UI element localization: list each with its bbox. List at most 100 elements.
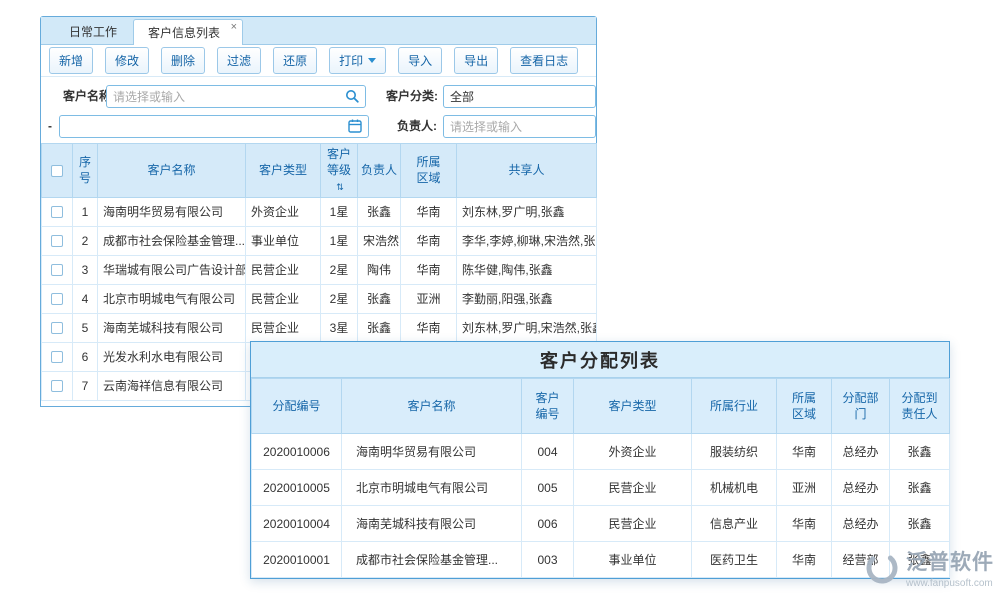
search-icon[interactable]	[344, 88, 360, 104]
restore-button[interactable]: 还原	[273, 47, 317, 74]
customer-name-input[interactable]	[106, 85, 366, 108]
cell-customer-no: 004	[522, 434, 574, 470]
allocation-row: 2020010006 海南明华贸易有限公司 004 外资企业 服装纺织 华南 总…	[252, 434, 950, 470]
delete-button[interactable]: 删除	[161, 47, 205, 74]
cell-owner[interactable]: 宋浩然	[358, 226, 401, 255]
cell-assignee[interactable]: 张鑫	[890, 434, 950, 470]
cell-customer-level: 1星	[321, 197, 358, 226]
fanpu-watermark: 泛普软件 www.fanpusoft.com	[864, 546, 994, 589]
cell-shared: 李华,李婷,柳琳,宋浩然,张鑫	[457, 226, 597, 255]
edit-button[interactable]: 修改	[105, 47, 149, 74]
watermark-text: 泛普软件 www.fanpusoft.com	[906, 546, 994, 589]
filter-button[interactable]: 过滤	[217, 47, 261, 74]
customer-category-input[interactable]	[443, 85, 596, 108]
select-all-checkbox[interactable]	[51, 165, 63, 177]
table-row: 4 北京市明城电气有限公司 民营企业 2星 张鑫 亚洲 李勤丽,阳强,张鑫	[42, 284, 597, 313]
cell-customer-name[interactable]: 云南海祥信息有限公司	[98, 371, 246, 400]
row-checkbox[interactable]	[51, 293, 63, 305]
calendar-icon[interactable]	[347, 118, 363, 134]
sort-icon[interactable]: ⇅	[336, 182, 344, 192]
row-checkbox[interactable]	[51, 235, 63, 247]
cell-alloc-no[interactable]: 2020010001	[252, 542, 342, 578]
cell-customer-name[interactable]: 海南芜城科技有限公司	[98, 313, 246, 342]
cell-seq: 3	[73, 255, 98, 284]
cell-alloc-dept: 总经办	[832, 434, 890, 470]
table-row: 1 海南明华贸易有限公司 外资企业 1星 张鑫 华南 刘东林,罗广明,张鑫	[42, 197, 597, 226]
cell-alloc-no[interactable]: 2020010004	[252, 506, 342, 542]
cell-customer-no: 006	[522, 506, 574, 542]
cell-customer-name[interactable]: 北京市明城电气有限公司	[342, 470, 522, 506]
print-button[interactable]: 打印	[329, 47, 386, 74]
allocation-table: 分配编号 客户名称 客户 编号 客户类型 所属行业 所属 区域 分配部 门 分配…	[251, 378, 950, 578]
cell-shared: 刘东林,罗广明,宋浩然,张鑫	[457, 313, 597, 342]
cell-region: 华南	[401, 226, 457, 255]
cell-customer-name[interactable]: 海南芜城科技有限公司	[342, 506, 522, 542]
follow-date-input[interactable]	[59, 115, 369, 138]
header-customer-level: 客户 等级 ⇅	[321, 144, 358, 198]
tab-close-icon[interactable]: ×	[231, 22, 237, 32]
cell-seq: 2	[73, 226, 98, 255]
cell-alloc-dept: 总经办	[832, 470, 890, 506]
cell-customer-type: 民营企业	[246, 284, 321, 313]
customer-allocation-dialog: 客户分配列表 分配编号 客户名称 客户 编号 客户类型 所属行业 所属 区域 分…	[250, 341, 950, 579]
cell-customer-name[interactable]: 华瑞城有限公司广告设计部	[98, 255, 246, 284]
cell-owner[interactable]: 张鑫	[358, 313, 401, 342]
import-button[interactable]: 导入	[398, 47, 442, 74]
cell-customer-name[interactable]: 海南明华贸易有限公司	[98, 197, 246, 226]
header-customer-level-label: 客户 等级	[327, 147, 351, 177]
header-alloc-dept: 分配部 门	[832, 379, 890, 434]
cell-region: 华南	[777, 542, 832, 578]
cell-customer-name[interactable]: 成都市社会保险基金管理...	[342, 542, 522, 578]
cell-region: 华南	[401, 197, 457, 226]
owner-input[interactable]	[443, 115, 596, 138]
checkbox-cell	[42, 342, 73, 371]
caret-down-icon	[368, 58, 376, 63]
row-checkbox[interactable]	[51, 380, 63, 392]
cell-owner[interactable]: 张鑫	[358, 197, 401, 226]
export-button[interactable]: 导出	[454, 47, 498, 74]
row-checkbox[interactable]	[51, 206, 63, 218]
header-customer-type: 客户类型	[246, 144, 321, 198]
customer-table-header-row: 序 号 客户名称 客户类型 客户 等级⇅ 负责人 所属 区域 共享人	[42, 144, 597, 198]
fanpu-logo-icon	[864, 550, 900, 586]
cell-seq: 7	[73, 371, 98, 400]
cell-customer-name[interactable]: 光发水利水电有限公司	[98, 342, 246, 371]
cell-customer-type: 外资企业	[574, 434, 692, 470]
cell-assignee[interactable]: 张鑫	[890, 470, 950, 506]
header-region: 所属 区域	[401, 144, 457, 198]
row-checkbox[interactable]	[51, 322, 63, 334]
header-owner: 负责人	[358, 144, 401, 198]
cell-region: 华南	[401, 255, 457, 284]
cell-assignee[interactable]: 张鑫	[890, 506, 950, 542]
table-row: 5 海南芜城科技有限公司 民营企业 3星 张鑫 华南 刘东林,罗广明,宋浩然,张…	[42, 313, 597, 342]
cell-region: 华南	[777, 506, 832, 542]
tab-daily-work[interactable]: 日常工作	[55, 20, 131, 44]
cell-region: 华南	[401, 313, 457, 342]
cell-customer-name[interactable]: 成都市社会保险基金管理...	[98, 226, 246, 255]
cell-customer-name[interactable]: 海南明华贸易有限公司	[342, 434, 522, 470]
cell-shared: 刘东林,罗广明,张鑫	[457, 197, 597, 226]
brand-site: www.fanpusoft.com	[906, 578, 994, 589]
tab-customer-info-list[interactable]: 客户信息列表 ×	[133, 19, 243, 45]
header-customer-type: 客户类型	[574, 379, 692, 434]
row-checkbox[interactable]	[51, 351, 63, 363]
cell-region: 亚洲	[401, 284, 457, 313]
cell-customer-type: 事业单位	[574, 542, 692, 578]
dialog-title: 客户分配列表	[251, 342, 949, 378]
cell-alloc-no[interactable]: 2020010006	[252, 434, 342, 470]
row-checkbox[interactable]	[51, 264, 63, 276]
cell-customer-name[interactable]: 北京市明城电气有限公司	[98, 284, 246, 313]
cell-shared: 李勤丽,阳强,张鑫	[457, 284, 597, 313]
cell-owner[interactable]: 张鑫	[358, 284, 401, 313]
view-log-button[interactable]: 查看日志	[510, 47, 578, 74]
cell-customer-no: 003	[522, 542, 574, 578]
cell-shared: 陈华健,陶伟,张鑫	[457, 255, 597, 284]
header-customer-no: 客户 编号	[522, 379, 574, 434]
header-region: 所属 区域	[777, 379, 832, 434]
allocation-row: 2020010005 北京市明城电气有限公司 005 民营企业 机械机电 亚洲 …	[252, 470, 950, 506]
cell-owner[interactable]: 陶伟	[358, 255, 401, 284]
tab-bar: 日常工作 客户信息列表 ×	[41, 17, 596, 45]
cell-alloc-no[interactable]: 2020010005	[252, 470, 342, 506]
select-all-cell	[42, 144, 73, 198]
add-button[interactable]: 新增	[49, 47, 93, 74]
